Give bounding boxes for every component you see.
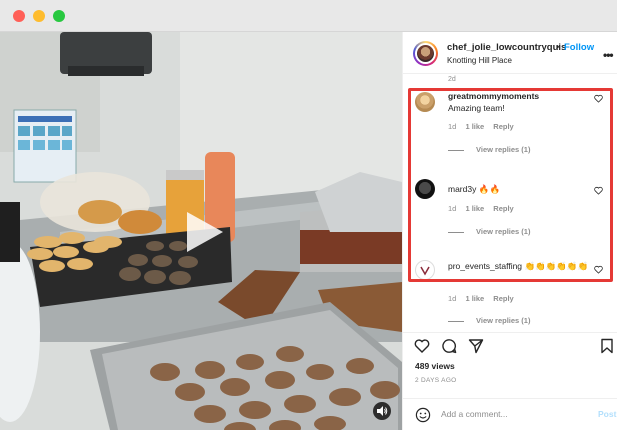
reply-button[interactable]: Reply — [493, 204, 513, 213]
reply-button[interactable]: Reply — [493, 122, 513, 131]
volume-icon[interactable] — [373, 402, 391, 420]
separator-dot: • — [556, 42, 560, 53]
emoji-icon[interactable] — [415, 407, 431, 423]
play-icon[interactable] — [183, 210, 225, 254]
commenter-username[interactable]: mard3y — [448, 184, 476, 194]
comments-list[interactable]: 2d greatmommymoments Amazing team! 1d 1 … — [403, 74, 617, 359]
title-bar — [0, 0, 617, 32]
more-horizontal-icon[interactable]: ••• — [603, 48, 614, 62]
location-link[interactable]: Knotting Hill Place — [447, 56, 512, 65]
bookmark-icon[interactable] — [600, 338, 614, 354]
heart-icon[interactable] — [594, 94, 603, 103]
post-date: 2 DAYS AGO — [415, 377, 457, 384]
comment-icon[interactable] — [441, 338, 457, 354]
view-count[interactable]: 489 views — [415, 361, 455, 371]
commenter-username[interactable]: greatmommymoments — [448, 91, 539, 101]
post-video[interactable] — [0, 32, 402, 430]
zoom-window-button[interactable] — [53, 10, 65, 22]
comment-age: 1d — [448, 294, 457, 303]
comment-likes[interactable]: 1 like — [465, 122, 484, 131]
commenter-username[interactable]: pro_events_staffing — [448, 261, 522, 271]
comment-composer: Post — [403, 398, 617, 430]
comment-meta: 1d 1 like Reply — [448, 294, 521, 303]
previous-comment-age: 2d — [448, 76, 456, 83]
comment-likes[interactable]: 1 like — [465, 204, 484, 213]
author-username[interactable]: chef_jolie_lowcountryquis — [447, 42, 566, 53]
post-sidebar: chef_jolie_lowcountryquis • Follow Knott… — [402, 32, 617, 430]
heart-icon[interactable] — [414, 338, 430, 354]
comment-age: 1d — [448, 204, 457, 213]
author-avatar[interactable] — [413, 41, 438, 66]
commenter-avatar[interactable] — [415, 92, 435, 112]
comment-text: Amazing team! — [448, 103, 505, 113]
add-comment-input[interactable] — [441, 406, 591, 422]
follow-button[interactable]: Follow — [564, 42, 594, 53]
close-window-button[interactable] — [13, 10, 25, 22]
commenter-avatar[interactable] — [415, 260, 435, 280]
heart-icon[interactable] — [594, 186, 603, 195]
post-actions-bar — [403, 332, 617, 356]
comment-meta: 1d 1 like Reply — [448, 122, 521, 131]
view-replies-button[interactable]: View replies (1) — [448, 227, 530, 236]
share-icon[interactable] — [468, 338, 484, 354]
commenter-avatar[interactable] — [415, 179, 435, 199]
reply-button[interactable]: Reply — [493, 294, 513, 303]
comment-likes[interactable]: 1 like — [465, 294, 484, 303]
comment-age: 1d — [448, 122, 457, 131]
heart-icon[interactable] — [594, 265, 603, 274]
view-replies-button[interactable]: View replies (1) — [448, 145, 530, 154]
minimize-window-button[interactable] — [33, 10, 45, 22]
comment-text: 👏👏👏👏👏👏 — [524, 261, 589, 271]
comment-meta: 1d 1 like Reply — [448, 204, 521, 213]
comment-text: 🔥🔥 — [478, 184, 501, 194]
post-comment-button[interactable]: Post — [598, 409, 616, 419]
post-header: chef_jolie_lowcountryquis • Follow Knott… — [403, 32, 617, 74]
app-window: chef_jolie_lowcountryquis • Follow Knott… — [0, 0, 617, 430]
view-replies-button[interactable]: View replies (1) — [448, 316, 530, 325]
